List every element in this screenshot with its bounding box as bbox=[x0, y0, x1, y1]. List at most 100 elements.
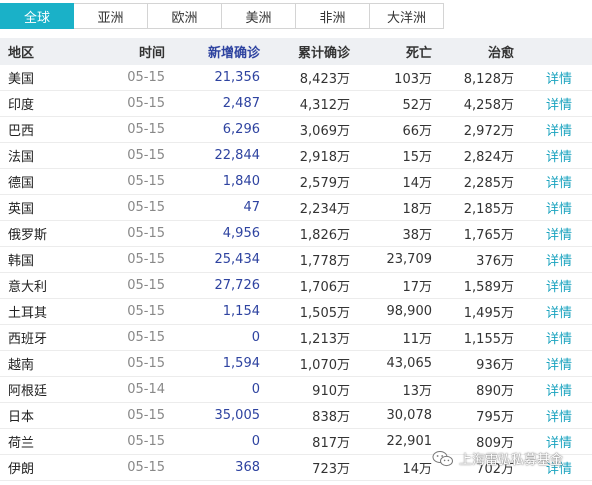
region-cell: 印度 bbox=[8, 98, 35, 113]
total-confirmed-cell: 2,918万 bbox=[299, 150, 350, 165]
deaths-cell: 98,900 bbox=[386, 304, 433, 319]
region-cell: 美国 bbox=[8, 72, 35, 87]
watermark: 上海雷弘私募基金 bbox=[432, 449, 563, 468]
region-cell: 荷兰 bbox=[8, 436, 35, 451]
total-confirmed-cell: 2,579万 bbox=[299, 176, 350, 191]
date-cell: 05-15 bbox=[127, 148, 165, 163]
recovered-cell: 2,824万 bbox=[463, 150, 514, 165]
table-row: 法国 05-15 22,844 2,918万 15万 2,824万 详情 bbox=[0, 143, 592, 169]
recovered-cell: 2,185万 bbox=[463, 202, 514, 217]
recovered-cell: 4,258万 bbox=[463, 98, 514, 113]
new-confirmed-cell: 27,726 bbox=[214, 278, 261, 293]
table-row: 阿根廷 05-14 0 910万 13万 890万 详情 bbox=[0, 377, 592, 403]
column-header-total-confirmed[interactable]: 累计确诊 bbox=[260, 42, 350, 61]
region-cell: 德国 bbox=[8, 176, 35, 191]
details-link[interactable]: 详情 bbox=[514, 172, 572, 191]
tab-americas[interactable]: 美洲 bbox=[222, 3, 296, 29]
details-link[interactable]: 详情 bbox=[514, 224, 572, 243]
new-confirmed-cell: 368 bbox=[235, 460, 260, 475]
details-link[interactable]: 详情 bbox=[514, 406, 572, 425]
table-row: 日本 05-15 35,005 838万 30,078 795万 详情 bbox=[0, 403, 592, 429]
total-confirmed-cell: 1,070万 bbox=[299, 358, 350, 373]
table-row: 德国 05-15 1,840 2,579万 14万 2,285万 详情 bbox=[0, 169, 592, 195]
recovered-cell: 2,285万 bbox=[463, 176, 514, 191]
date-cell: 05-15 bbox=[127, 96, 165, 111]
table-row: 意大利 05-15 27,726 1,706万 17万 1,589万 详情 bbox=[0, 273, 592, 299]
new-confirmed-cell: 2,487 bbox=[222, 96, 260, 111]
details-link[interactable]: 详情 bbox=[514, 198, 572, 217]
new-confirmed-cell: 0 bbox=[251, 382, 260, 397]
date-cell: 05-15 bbox=[127, 434, 165, 449]
date-cell: 05-15 bbox=[127, 200, 165, 215]
deaths-cell: 23,709 bbox=[386, 252, 433, 267]
total-confirmed-cell: 1,826万 bbox=[299, 228, 350, 243]
new-confirmed-cell: 1,154 bbox=[222, 304, 260, 319]
region-cell: 日本 bbox=[8, 410, 35, 425]
total-confirmed-cell: 4,312万 bbox=[299, 98, 350, 113]
deaths-cell: 11万 bbox=[402, 332, 432, 347]
column-header-recovered[interactable]: 治愈 bbox=[432, 42, 514, 61]
tab-asia[interactable]: 亚洲 bbox=[74, 3, 148, 29]
total-confirmed-cell: 1,706万 bbox=[299, 280, 350, 295]
deaths-cell: 13万 bbox=[402, 384, 432, 399]
details-link[interactable]: 详情 bbox=[514, 68, 572, 87]
table-row: 英国 05-15 47 2,234万 18万 2,185万 详情 bbox=[0, 195, 592, 221]
tab-europe[interactable]: 欧洲 bbox=[148, 3, 222, 29]
date-cell: 05-15 bbox=[127, 408, 165, 423]
new-confirmed-cell: 4,956 bbox=[222, 226, 260, 241]
details-link[interactable]: 详情 bbox=[514, 276, 572, 295]
recovered-cell: 936万 bbox=[476, 358, 514, 373]
tab-oceania[interactable]: 大洋洲 bbox=[370, 3, 444, 29]
date-cell: 05-15 bbox=[127, 252, 165, 267]
total-confirmed-cell: 723万 bbox=[312, 462, 350, 477]
new-confirmed-cell: 0 bbox=[251, 434, 260, 449]
total-confirmed-cell: 2,234万 bbox=[299, 202, 350, 217]
region-cell: 法国 bbox=[8, 150, 35, 165]
region-cell: 巴西 bbox=[8, 124, 35, 139]
details-link[interactable]: 详情 bbox=[514, 250, 572, 269]
details-link[interactable]: 详情 bbox=[514, 354, 572, 373]
region-cell: 英国 bbox=[8, 202, 35, 217]
recovered-cell: 1,495万 bbox=[463, 306, 514, 321]
column-header-new-confirmed[interactable]: 新增确诊 bbox=[165, 42, 260, 61]
region-cell: 越南 bbox=[8, 358, 35, 373]
date-cell: 05-15 bbox=[127, 122, 165, 137]
table-row: 韩国 05-15 25,434 1,778万 23,709 376万 详情 bbox=[0, 247, 592, 273]
recovered-cell: 8,128万 bbox=[463, 72, 514, 87]
recovered-cell: 795万 bbox=[476, 410, 514, 425]
new-confirmed-cell: 1,594 bbox=[222, 356, 260, 371]
details-link[interactable]: 详情 bbox=[514, 328, 572, 347]
total-confirmed-cell: 1,778万 bbox=[299, 254, 350, 269]
recovered-cell: 890万 bbox=[476, 384, 514, 399]
total-confirmed-cell: 1,505万 bbox=[299, 306, 350, 321]
region-cell: 意大利 bbox=[8, 280, 48, 295]
deaths-cell: 38万 bbox=[402, 228, 432, 243]
date-cell: 05-15 bbox=[127, 460, 165, 475]
date-cell: 05-15 bbox=[127, 70, 165, 85]
deaths-cell: 14万 bbox=[402, 462, 432, 477]
table-row: 巴西 05-15 6,296 3,069万 66万 2,972万 详情 bbox=[0, 117, 592, 143]
region-cell: 土耳其 bbox=[8, 306, 48, 321]
date-cell: 05-15 bbox=[127, 278, 165, 293]
watermark-text: 上海雷弘私募基金 bbox=[459, 453, 564, 468]
details-link[interactable]: 详情 bbox=[514, 380, 572, 399]
column-header-region: 地区 bbox=[8, 46, 35, 61]
wechat-icon bbox=[432, 450, 453, 466]
details-link[interactable]: 详情 bbox=[514, 302, 572, 321]
details-link[interactable]: 详情 bbox=[514, 120, 572, 139]
tab-africa[interactable]: 非洲 bbox=[296, 3, 370, 29]
table-row: 土耳其 05-15 1,154 1,505万 98,900 1,495万 详情 bbox=[0, 299, 592, 325]
details-link[interactable]: 详情 bbox=[514, 146, 572, 165]
total-confirmed-cell: 3,069万 bbox=[299, 124, 350, 139]
column-header-deaths[interactable]: 死亡 bbox=[350, 42, 432, 61]
deaths-cell: 66万 bbox=[402, 124, 432, 139]
total-confirmed-cell: 817万 bbox=[312, 436, 350, 451]
column-header-date: 时间 bbox=[138, 46, 165, 61]
details-link[interactable]: 详情 bbox=[514, 94, 572, 113]
tab-global[interactable]: 全球 bbox=[0, 3, 74, 29]
total-confirmed-cell: 838万 bbox=[312, 410, 350, 425]
region-cell: 阿根廷 bbox=[8, 384, 48, 399]
recovered-cell: 2,972万 bbox=[463, 124, 514, 139]
date-cell: 05-15 bbox=[127, 330, 165, 345]
total-confirmed-cell: 1,213万 bbox=[299, 332, 350, 347]
